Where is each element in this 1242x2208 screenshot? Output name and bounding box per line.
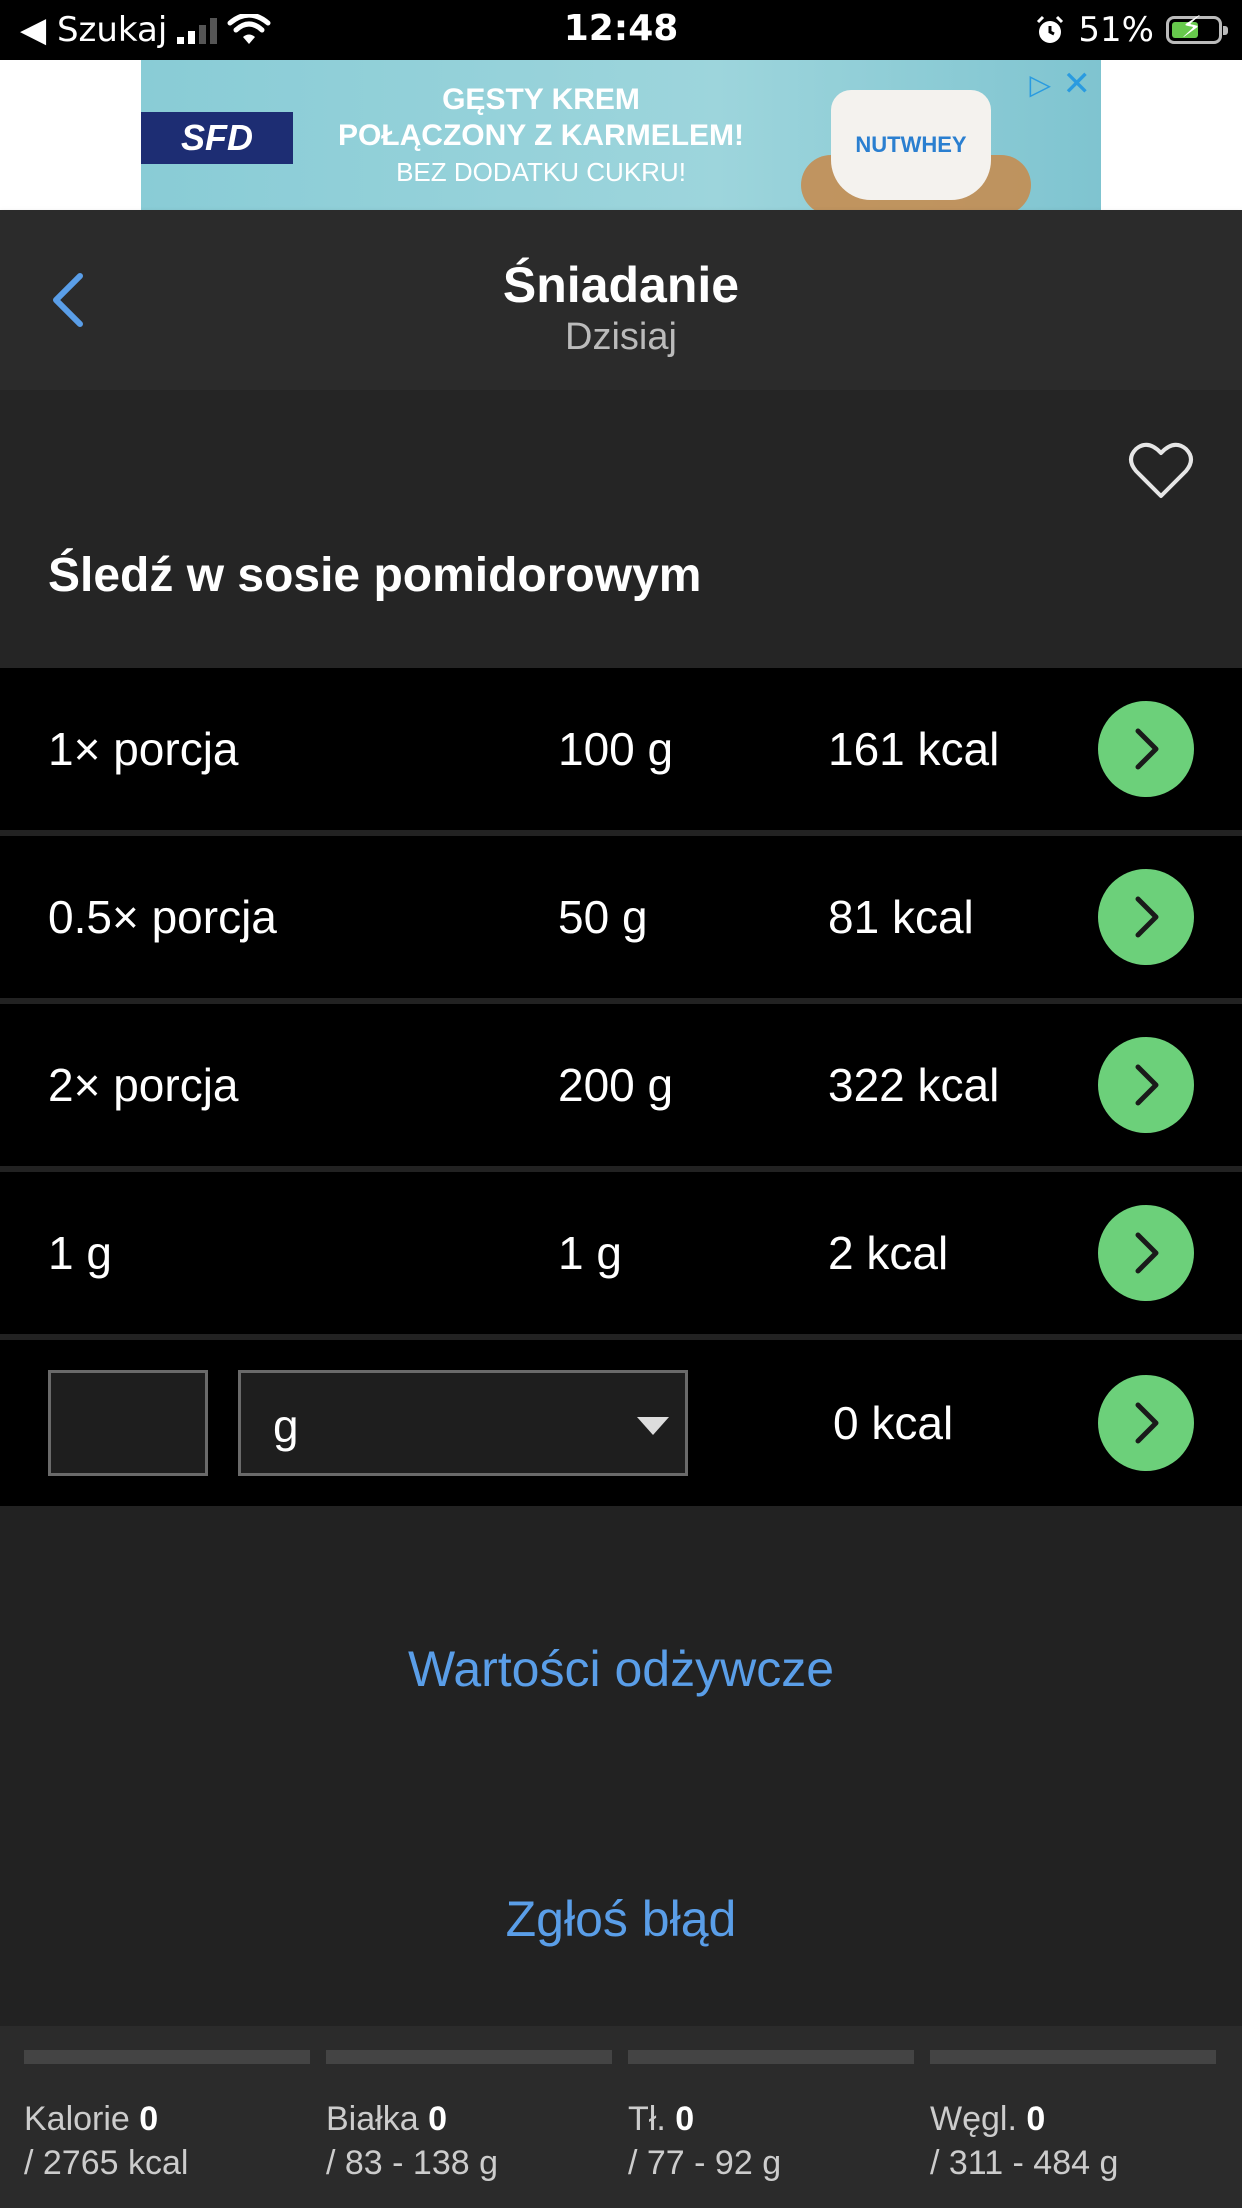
nav-header: Śniadanie Dzisiaj bbox=[0, 210, 1242, 390]
ad-close-icon[interactable]: ✕ bbox=[1063, 64, 1092, 104]
portion-weight: 1 g bbox=[558, 1227, 622, 1279]
macro-progress-track bbox=[24, 2050, 310, 2064]
portion-row[interactable]: 1 g 1 g 2 kcal bbox=[0, 1172, 1242, 1334]
portion-row[interactable]: 2× porcja 200 g 322 kcal bbox=[0, 1004, 1242, 1166]
macro-name: Białka bbox=[326, 2100, 419, 2138]
macro-target: / 83 - 138 g bbox=[326, 2144, 499, 2182]
status-right: 51% ⚡ bbox=[1034, 10, 1228, 50]
ad-line-1: GĘSTY KREM bbox=[442, 83, 640, 116]
portion-label: 2× porcja bbox=[48, 1059, 239, 1111]
macro-protein: Białka 0 / 83 - 138 g bbox=[326, 2026, 612, 2208]
unit-select[interactable]: g bbox=[238, 1370, 688, 1476]
macro-value: 0 bbox=[139, 2100, 159, 2138]
macro-target: / 311 - 484 g bbox=[930, 2144, 1119, 2182]
favorite-heart-icon[interactable] bbox=[1128, 440, 1194, 500]
ad-line-2: POŁĄCZONY Z KARMELEM! bbox=[337, 119, 745, 152]
custom-kcal: 0 kcal bbox=[833, 1397, 954, 1449]
ad-text: GĘSTY KREM POŁĄCZONY Z KARMELEM! BEZ DOD… bbox=[321, 82, 761, 190]
battery-percent: 51% bbox=[1078, 10, 1154, 50]
nutrition-values-link[interactable]: Wartości odżywcze bbox=[0, 1640, 1242, 1698]
product-name: Śledź w sosie pomidorowym bbox=[48, 549, 702, 602]
macro-summary-bar: Kalorie 0 / 2765 kcal Białka 0 / 83 - 13… bbox=[0, 2026, 1242, 2208]
unit-select-value: g bbox=[273, 1400, 299, 1452]
macro-name: Węgl. bbox=[930, 2100, 1017, 2138]
add-portion-button[interactable] bbox=[1098, 1205, 1194, 1301]
portion-kcal: 81 kcal bbox=[828, 891, 974, 943]
battery-icon: ⚡ bbox=[1166, 13, 1228, 44]
macro-name: Tł. bbox=[628, 2100, 666, 2138]
add-portion-button[interactable] bbox=[1098, 701, 1194, 797]
macro-progress-track bbox=[326, 2050, 612, 2064]
macro-calories: Kalorie 0 / 2765 kcal bbox=[24, 2026, 310, 2208]
alarm-icon bbox=[1037, 15, 1064, 43]
add-portion-button[interactable] bbox=[1098, 869, 1194, 965]
quantity-input[interactable] bbox=[48, 1370, 208, 1476]
portion-row[interactable]: 0.5× porcja 50 g 81 kcal bbox=[0, 836, 1242, 998]
portion-kcal: 161 kcal bbox=[828, 723, 1000, 775]
ad-choices-icon[interactable]: ▷ bbox=[1029, 68, 1051, 101]
macro-progress-track bbox=[628, 2050, 914, 2064]
portion-row[interactable]: 1× porcja 100 g 161 kcal bbox=[0, 668, 1242, 830]
page-subtitle: Dzisiaj bbox=[565, 316, 677, 358]
chevron-right-icon bbox=[1135, 728, 1159, 770]
portion-weight: 200 g bbox=[558, 1059, 674, 1111]
chevron-right-icon bbox=[1135, 896, 1159, 938]
chevron-right-icon bbox=[1135, 1232, 1159, 1274]
macro-progress-track bbox=[930, 2050, 1216, 2064]
macro-value: 0 bbox=[1026, 2100, 1046, 2138]
macro-target: / 2765 kcal bbox=[24, 2144, 189, 2182]
macro-value: 0 bbox=[675, 2100, 695, 2138]
dropdown-arrow-icon bbox=[637, 1417, 669, 1435]
chevron-right-icon bbox=[1135, 1064, 1159, 1106]
portion-weight: 100 g bbox=[558, 723, 674, 775]
add-custom-portion-button[interactable] bbox=[1098, 1375, 1194, 1471]
add-portion-button[interactable] bbox=[1098, 1037, 1194, 1133]
macro-name: Kalorie bbox=[24, 2100, 130, 2138]
macro-fat: Tł. 0 / 77 - 92 g bbox=[628, 2026, 914, 2208]
ad-area: SFD GĘSTY KREM POŁĄCZONY Z KARMELEM! BEZ… bbox=[0, 60, 1242, 210]
ad-banner[interactable]: SFD GĘSTY KREM POŁĄCZONY Z KARMELEM! BEZ… bbox=[141, 60, 1101, 210]
portion-label: 0.5× porcja bbox=[48, 891, 277, 943]
report-error-link[interactable]: Zgłoś błąd bbox=[0, 1890, 1242, 1948]
macro-value: 0 bbox=[428, 2100, 447, 2138]
ad-line-3: BEZ DODATKU CUKRU! bbox=[396, 157, 686, 187]
status-bar: ◀ Szukaj 12:48 51% ⚡ bbox=[0, 0, 1242, 60]
page-title: Śniadanie bbox=[502, 257, 740, 313]
ad-logo: SFD bbox=[141, 112, 293, 164]
chevron-right-icon bbox=[1135, 1402, 1159, 1444]
portion-label: 1× porcja bbox=[48, 723, 239, 775]
macro-target: / 77 - 92 g bbox=[628, 2144, 782, 2182]
portion-label: 1 g bbox=[48, 1227, 112, 1279]
macro-carbs: Węgl. 0 / 311 - 484 g bbox=[930, 2026, 1216, 2208]
custom-portion-row: g 0 kcal bbox=[0, 1340, 1242, 1506]
portion-kcal: 2 kcal bbox=[828, 1227, 949, 1279]
ad-product-image: NUTWHEY bbox=[831, 90, 991, 200]
product-section: Śledź w sosie pomidorowym bbox=[0, 390, 1242, 668]
portion-kcal: 322 kcal bbox=[828, 1059, 1000, 1111]
portion-weight: 50 g bbox=[558, 891, 648, 943]
